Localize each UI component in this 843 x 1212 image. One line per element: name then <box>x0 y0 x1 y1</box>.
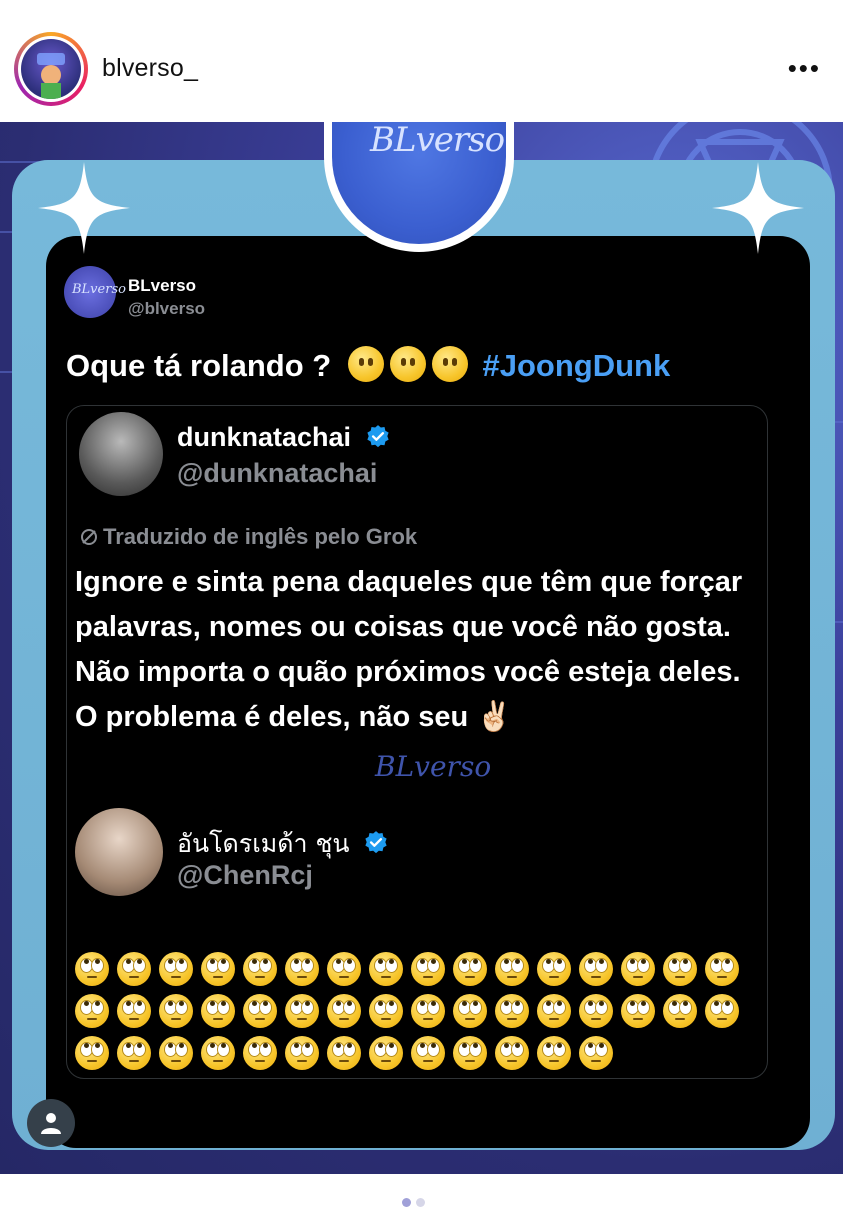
face-with-rolling-eyes-emoji <box>285 1036 319 1070</box>
carousel-footer <box>0 1174 843 1207</box>
face-with-rolling-eyes-emoji <box>369 952 403 986</box>
sparkle-icon <box>38 162 130 254</box>
face-with-rolling-eyes-emoji <box>621 994 655 1028</box>
face-with-rolling-eyes-emoji <box>75 994 109 1028</box>
face-with-rolling-eyes-emoji <box>411 952 445 986</box>
face-with-rolling-eyes-emoji <box>117 1036 151 1070</box>
face-with-rolling-eyes-emoji <box>369 1036 403 1070</box>
face-with-rolling-eyes-emoji <box>621 952 655 986</box>
face-with-rolling-eyes-emoji <box>663 994 697 1028</box>
reply-author-name[interactable]: อันโดรเมด้า ชุน <box>177 824 389 864</box>
tweet-author-handle[interactable]: @blverso <box>128 299 205 319</box>
quoted-tweet-body: Ignore e sinta pena daqueles que têm que… <box>75 566 743 733</box>
post-header: blverso_ ••• <box>0 0 843 122</box>
verified-badge-icon <box>366 425 389 448</box>
face-with-rolling-eyes-emoji <box>705 994 739 1028</box>
face-with-rolling-eyes-emoji <box>579 952 613 986</box>
face-with-rolling-eyes-emoji <box>117 994 151 1028</box>
face-with-rolling-eyes-emoji <box>663 952 697 986</box>
carousel-dots <box>402 1194 430 1212</box>
reply-author-avatar[interactable] <box>75 808 163 896</box>
face-with-rolling-eyes-emoji <box>495 994 529 1028</box>
face-with-rolling-eyes-emoji <box>159 994 193 1028</box>
face-with-rolling-eyes-emoji <box>75 952 109 986</box>
quoted-author-avatar[interactable] <box>79 412 163 496</box>
face-with-rolling-eyes-emoji <box>705 952 739 986</box>
face-with-rolling-eyes-emoji <box>201 1036 235 1070</box>
tagged-users-button[interactable] <box>27 1099 75 1147</box>
face-with-rolling-eyes-emoji <box>285 952 319 986</box>
tweet-author-avatar[interactable]: BLverso <box>64 266 126 318</box>
tweet-text: Oque tá rolando ? #JoongDunk <box>66 346 670 384</box>
face-with-rolling-eyes-emoji <box>453 994 487 1028</box>
face-with-rolling-eyes-emoji <box>579 1036 613 1070</box>
watermark: BLverso <box>375 750 492 783</box>
face-with-rolling-eyes-emoji <box>369 994 403 1028</box>
sparkle-icon <box>712 162 804 254</box>
face-with-rolling-eyes-emoji <box>411 994 445 1028</box>
face-with-rolling-eyes-emoji <box>327 994 361 1028</box>
face-without-mouth-emoji <box>347 346 384 382</box>
emoji-row <box>75 952 765 994</box>
face-with-rolling-eyes-emoji <box>285 994 319 1028</box>
username[interactable]: blverso_ <box>102 54 198 83</box>
verified-badge-icon <box>365 831 388 854</box>
emoji-row <box>75 1036 765 1078</box>
hashtag-link[interactable]: #JoongDunk <box>482 348 670 383</box>
translation-notice: Traduzido de inglês pelo Grok <box>79 524 417 550</box>
face-with-rolling-eyes-emoji <box>243 1036 277 1070</box>
quoted-tweet[interactable]: dunknatachai @dunknatachai Traduzido de … <box>66 405 768 1079</box>
story-avatar-ring[interactable] <box>14 32 88 106</box>
emoji-row <box>75 994 765 1036</box>
face-with-rolling-eyes-emoji <box>453 952 487 986</box>
brand-logo-text: BLverso <box>370 122 505 160</box>
quoted-author-handle[interactable]: @dunknatachai <box>177 458 377 489</box>
carousel-dot <box>416 1198 425 1207</box>
face-with-rolling-eyes-emoji <box>327 952 361 986</box>
quoted-author-name[interactable]: dunknatachai <box>177 422 391 453</box>
face-without-mouth-emoji <box>431 346 468 382</box>
rolling-eyes-emoji-grid <box>75 952 765 1078</box>
more-horizontal-icon[interactable]: ••• <box>788 55 821 81</box>
face-with-rolling-eyes-emoji <box>159 952 193 986</box>
carousel-dot <box>402 1198 411 1207</box>
face-with-rolling-eyes-emoji <box>537 1036 571 1070</box>
face-with-rolling-eyes-emoji <box>243 952 277 986</box>
user-icon <box>41 1113 61 1134</box>
face-with-rolling-eyes-emoji <box>159 1036 193 1070</box>
face-with-rolling-eyes-emoji <box>243 994 277 1028</box>
face-with-rolling-eyes-emoji <box>579 994 613 1028</box>
face-without-mouth-emoji <box>389 346 426 382</box>
face-with-rolling-eyes-emoji <box>453 1036 487 1070</box>
face-with-rolling-eyes-emoji <box>117 952 151 986</box>
face-with-rolling-eyes-emoji <box>495 1036 529 1070</box>
tweet-text-prefix: Oque tá rolando ? <box>66 348 332 383</box>
face-with-rolling-eyes-emoji <box>411 1036 445 1070</box>
face-with-rolling-eyes-emoji <box>537 952 571 986</box>
profile-avatar <box>21 39 81 99</box>
face-with-rolling-eyes-emoji <box>327 1036 361 1070</box>
face-with-rolling-eyes-emoji <box>201 994 235 1028</box>
tweet-author-name[interactable]: BLverso <box>128 276 196 296</box>
face-with-rolling-eyes-emoji <box>537 994 571 1028</box>
face-with-rolling-eyes-emoji <box>201 952 235 986</box>
reply-author-handle[interactable]: @ChenRcj <box>177 860 313 891</box>
face-with-rolling-eyes-emoji <box>495 952 529 986</box>
translate-slash-icon <box>81 529 97 545</box>
face-with-rolling-eyes-emoji <box>75 1036 109 1070</box>
